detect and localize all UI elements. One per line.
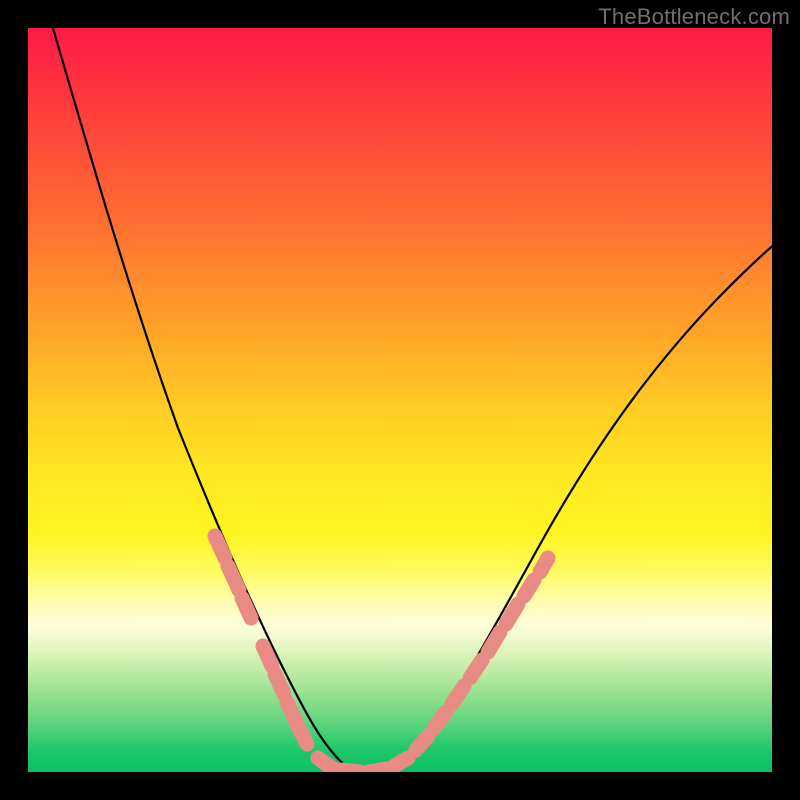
highlight-seg (299, 728, 307, 744)
chart-svg (28, 28, 772, 772)
highlight-seg (524, 580, 534, 596)
outer-frame: TheBottleneck.com (0, 0, 800, 800)
highlight-seg (540, 558, 548, 572)
highlight-seg (287, 702, 296, 722)
highlight-seg (416, 736, 428, 750)
highlight-seg (452, 686, 464, 704)
watermark-text: TheBottleneck.com (598, 4, 790, 30)
highlight-seg (434, 712, 446, 728)
highlight-seg (263, 646, 272, 666)
highlight-seg (215, 536, 225, 558)
highlight-seg (488, 632, 500, 652)
highlight-seg (228, 566, 239, 590)
highlight-seg (368, 769, 386, 772)
highlight-seg (394, 758, 408, 766)
highlight-seg (506, 604, 518, 624)
plot-area (28, 28, 772, 772)
bottleneck-curve (50, 28, 772, 770)
highlight-seg (470, 660, 482, 678)
highlight-seg (275, 674, 284, 694)
highlight-seg (340, 770, 360, 772)
highlight-seg (242, 598, 251, 618)
highlight-seg (318, 758, 332, 768)
